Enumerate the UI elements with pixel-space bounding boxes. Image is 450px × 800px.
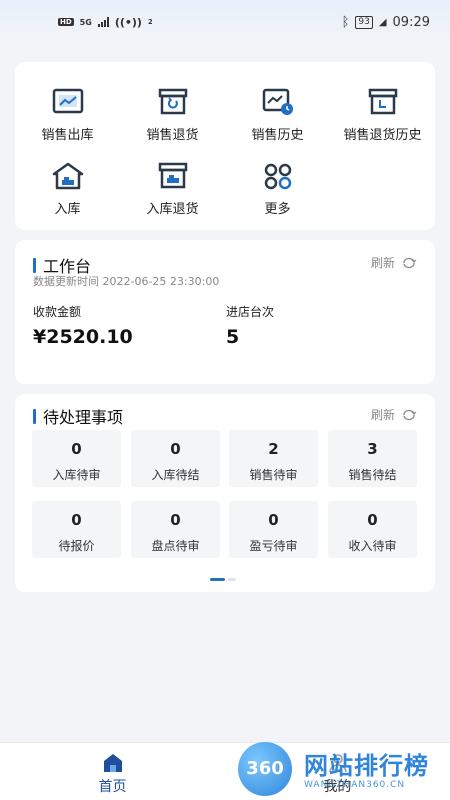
battery-level: 93 <box>355 15 373 29</box>
sales-return-icon <box>158 88 187 115</box>
menu-item-label: 销售退货 <box>146 128 199 143</box>
bottom-tab-bar: 首页 我的 <box>0 742 450 800</box>
workbench-card: 工作台 刷新 数据更新时间 2022-06-25 23:30:00 收款金额 ¥… <box>15 240 435 384</box>
pending-label: 销售待审 <box>249 468 298 482</box>
menu-item-inbound[interactable]: 入库 <box>15 162 120 217</box>
tab-label: 首页 <box>98 779 127 795</box>
menu-item-label: 销售退货历史 <box>343 128 422 143</box>
pending-label: 盈亏待审 <box>249 539 298 553</box>
pending-label: 入库待审 <box>52 468 101 482</box>
pending-title: 待处理事项 <box>33 404 123 428</box>
page-dot-active <box>210 578 225 581</box>
pending-count: 2 <box>268 440 279 458</box>
menu-item-label: 销售历史 <box>251 128 304 143</box>
pending-count: 0 <box>170 440 181 458</box>
wifi-icon: ((•)) <box>114 15 142 29</box>
pending-count: 0 <box>71 440 82 458</box>
pending-label: 销售待结 <box>348 468 397 482</box>
quick-menu-card: 销售出库 销售退货 销售历史 销售退货历史 入库 入库退货 更多 <box>15 62 435 230</box>
pending-title-text: 待处理事项 <box>43 408 124 427</box>
home-icon <box>103 754 122 772</box>
menu-item-inbound-return[interactable]: 入库退货 <box>120 162 225 217</box>
sales-return-history-icon <box>368 88 397 115</box>
signal-icon <box>97 17 109 27</box>
pending-count: 0 <box>170 511 181 529</box>
menu-item-label: 入库退货 <box>146 202 199 217</box>
more-icon <box>264 163 291 190</box>
pending-item-income-review[interactable]: 0 收入待审 <box>328 501 417 558</box>
stat-value-amount: ¥2520.10 <box>33 326 133 348</box>
hd-badge: HD <box>58 18 74 26</box>
pending-count: 0 <box>71 511 82 529</box>
pending-item-quote[interactable]: 0 待报价 <box>32 501 121 558</box>
menu-item-more[interactable]: 更多 <box>225 162 330 217</box>
menu-item-sales-return[interactable]: 销售退货 <box>120 88 225 143</box>
menu-item-sales-history[interactable]: 销售历史 <box>225 88 330 143</box>
pending-item-inbound-settle[interactable]: 0 入库待结 <box>131 430 220 487</box>
workbench-refresh-button[interactable]: 刷新 <box>371 254 417 271</box>
wifi-badge: 2 <box>147 18 153 26</box>
stat-label-visits: 进店台次 <box>226 305 275 319</box>
pending-count: 0 <box>367 511 378 529</box>
pending-item-inbound-review[interactable]: 0 入库待审 <box>32 430 121 487</box>
pending-label: 待报价 <box>58 539 95 553</box>
refresh-label: 刷新 <box>370 256 395 270</box>
status-left: HD 5G ((•)) 2 <box>58 16 153 29</box>
network-label: 5G <box>79 17 92 27</box>
update-time: 数据更新时间 2022-06-25 23:30:00 <box>33 275 220 288</box>
pending-count: 0 <box>268 511 279 529</box>
tab-label: 我的 <box>323 779 352 795</box>
leaf-icon: ◢ <box>378 16 387 28</box>
refresh-icon <box>403 409 417 420</box>
status-right: ᛒ 93 ◢ 09:29 <box>342 15 430 30</box>
menu-item-label: 销售出库 <box>41 128 94 143</box>
pending-item-sales-settle[interactable]: 3 销售待结 <box>328 430 417 487</box>
tab-mine[interactable]: 我的 <box>225 743 450 800</box>
menu-item-label: 入库 <box>54 202 81 217</box>
pending-label: 入库待结 <box>151 468 200 482</box>
quick-menu-grid: 销售出库 销售退货 销售历史 销售退货历史 入库 入库退货 更多 <box>15 62 435 230</box>
refresh-label: 刷新 <box>370 408 395 422</box>
stat-label-amount: 收款金额 <box>33 305 82 319</box>
pending-grid: 0 入库待审 0 入库待结 2 销售待审 3 销售待结 0 待报价 0 盘点待审… <box>32 430 432 558</box>
pending-item-sales-review[interactable]: 2 销售待审 <box>229 430 318 487</box>
pending-item-profit-loss-review[interactable]: 0 盈亏待审 <box>229 501 318 558</box>
pending-count: 3 <box>367 440 378 458</box>
sales-out-icon <box>52 88 83 114</box>
pending-item-stocktake-review[interactable]: 0 盘点待审 <box>131 501 220 558</box>
menu-item-sales-return-history[interactable]: 销售退货历史 <box>330 88 435 143</box>
clock: 09:29 <box>392 14 430 30</box>
inbound-icon <box>52 162 83 190</box>
page-dot <box>228 578 236 581</box>
sales-history-icon <box>262 88 293 115</box>
inbound-return-icon <box>158 162 187 189</box>
refresh-icon <box>403 257 417 268</box>
page-indicator <box>210 578 236 581</box>
status-bar: HD 5G ((•)) 2 ᛒ 93 ◢ 09:29 <box>0 0 450 44</box>
title-accent-bar <box>33 257 36 273</box>
title-accent-bar <box>33 408 36 424</box>
user-icon <box>328 754 347 773</box>
pending-label: 盘点待审 <box>151 539 200 553</box>
pending-refresh-button[interactable]: 刷新 <box>371 406 417 423</box>
menu-item-sales-out[interactable]: 销售出库 <box>15 88 120 143</box>
menu-item-label: 更多 <box>264 202 291 217</box>
bluetooth-icon: ᛒ <box>341 14 350 30</box>
pending-label: 收入待审 <box>348 539 397 553</box>
tab-home[interactable]: 首页 <box>0 743 225 800</box>
stat-value-visits: 5 <box>226 326 240 348</box>
pending-card: 待处理事项 刷新 0 入库待审 0 入库待结 2 销售待审 3 销售待结 0 待… <box>15 394 435 592</box>
